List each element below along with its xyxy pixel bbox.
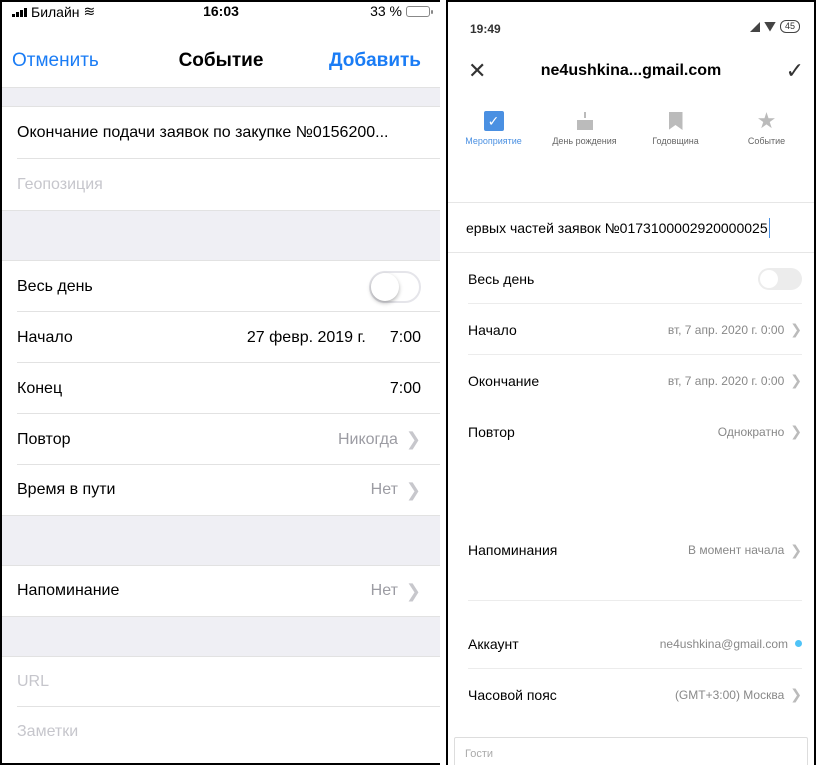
ios-status-bar: Билайн ≋ 16:03 33 % bbox=[2, 2, 440, 20]
all-day-row: Весь день bbox=[448, 253, 814, 304]
chevron-right-icon: ❯ bbox=[405, 580, 421, 601]
guests-input[interactable]: Гости bbox=[454, 737, 808, 765]
repeat-value: Однократно bbox=[717, 424, 785, 439]
battery-icon bbox=[406, 5, 433, 17]
start-label: Начало bbox=[17, 328, 73, 346]
timezone-label: Часовой пояс bbox=[468, 686, 557, 703]
chevron-right-icon: ❯ bbox=[405, 479, 421, 500]
repeat-row[interactable]: Повтор Однократно ❯ bbox=[448, 406, 814, 457]
all-day-row: Весь день bbox=[2, 261, 440, 312]
url-field[interactable]: URL bbox=[2, 657, 440, 707]
account-label: Аккаунт bbox=[468, 635, 519, 652]
bookmark-icon bbox=[668, 112, 683, 130]
reminders-label: Напоминания bbox=[468, 542, 558, 558]
account-value: ne4ushkina@gmail.com bbox=[659, 636, 788, 651]
notes-field[interactable]: Заметки bbox=[2, 707, 440, 757]
title-value: ервых частей заявок №0173100002920000025 bbox=[466, 219, 768, 236]
title-value: Окончание подачи заявок по закупке №0156… bbox=[17, 124, 389, 141]
type-anniversary[interactable]: Годовщина bbox=[630, 106, 721, 162]
type-occasion[interactable]: ★ Событие bbox=[721, 106, 812, 162]
start-row[interactable]: Начало 27 февр. 2019 г. 7:00 bbox=[2, 312, 440, 363]
timezone-row[interactable]: Часовой пояс (GMT+3:00) Москва ❯ bbox=[448, 669, 814, 720]
location-field[interactable]: Геопозиция bbox=[2, 159, 440, 211]
travel-time-value: Нет bbox=[370, 481, 398, 498]
alert-value: Нет bbox=[370, 582, 398, 599]
battery-icon: 45 bbox=[779, 20, 800, 33]
chevron-right-icon: ❯ bbox=[790, 321, 802, 337]
alert-row[interactable]: Напоминание Нет ❯ bbox=[2, 566, 440, 617]
android-event-screen: 19:49 45 ✕ ne4ushkina...gmail.com ✓ ✓ Ме… bbox=[446, 0, 816, 765]
end-value: вт, 7 апр. 2020 г. 0:00 bbox=[667, 373, 785, 388]
end-row[interactable]: Окончание вт, 7 апр. 2020 г. 0:00 ❯ bbox=[448, 355, 814, 406]
end-label: Конец bbox=[17, 379, 63, 397]
wifi-icon bbox=[763, 21, 776, 32]
title-field[interactable]: Окончание подачи заявок по закупке №0156… bbox=[2, 107, 440, 159]
type-label: День рождения bbox=[552, 136, 617, 146]
status-time: 19:49 bbox=[470, 22, 501, 36]
start-date: 27 февр. 2019 г. bbox=[246, 328, 366, 346]
title-input[interactable]: ервых частей заявок №0173100002920000025 bbox=[448, 202, 814, 252]
end-row[interactable]: Конец 7:00 bbox=[2, 363, 440, 414]
all-day-toggle[interactable] bbox=[369, 270, 421, 303]
section-gap bbox=[2, 88, 440, 107]
repeat-label: Повтор bbox=[468, 423, 515, 440]
cake-icon bbox=[575, 112, 595, 130]
start-row[interactable]: Начало вт, 7 апр. 2020 г. 0:00 ❯ bbox=[448, 304, 814, 355]
repeat-value: Никогда bbox=[337, 430, 398, 448]
repeat-label: Повтор bbox=[17, 430, 71, 448]
url-placeholder: URL bbox=[17, 673, 50, 690]
notes-placeholder: Заметки bbox=[17, 723, 79, 740]
add-button[interactable]: Добавить bbox=[329, 50, 421, 72]
text-caret bbox=[768, 217, 770, 238]
section-gap bbox=[2, 516, 440, 566]
type-label: Мероприятие bbox=[465, 136, 522, 146]
android-nav-bar: ✕ ne4ushkina...gmail.com ✓ bbox=[448, 42, 814, 98]
check-icon[interactable]: ✓ bbox=[786, 58, 804, 84]
account-color-dot bbox=[795, 640, 802, 647]
event-type-selector: ✓ Мероприятие День рождения Годовщина ★ … bbox=[448, 98, 814, 162]
timezone-value: (GMT+3:00) Москва bbox=[674, 687, 785, 702]
start-value: вт, 7 апр. 2020 г. 0:00 bbox=[667, 322, 785, 337]
travel-time-row[interactable]: Время в пути Нет ❯ bbox=[2, 465, 440, 516]
reminders-row[interactable]: Напоминания В момент начала ❯ bbox=[448, 499, 814, 601]
ios-event-screen: Билайн ≋ 16:03 33 % Отменить Событие Доб… bbox=[0, 0, 440, 765]
type-label: Годовщина bbox=[652, 136, 699, 146]
reminders-value: В момент начала bbox=[687, 543, 785, 557]
section-gap bbox=[2, 211, 440, 261]
type-event[interactable]: ✓ Мероприятие bbox=[448, 106, 539, 162]
battery-percent: 33 % bbox=[370, 3, 402, 19]
alert-label: Напоминание bbox=[17, 582, 120, 599]
ios-nav-bar: Отменить Событие Добавить bbox=[2, 20, 440, 88]
section-gap bbox=[2, 617, 440, 657]
start-label: Начало bbox=[468, 321, 517, 338]
account-title: ne4ushkina...gmail.com bbox=[540, 62, 722, 79]
all-day-toggle[interactable] bbox=[758, 267, 802, 290]
chevron-right-icon: ❯ bbox=[790, 372, 802, 388]
android-status-bar: 19:49 45 bbox=[448, 2, 814, 42]
chevron-right-icon: ❯ bbox=[405, 429, 421, 449]
guests-placeholder: Гости bbox=[465, 748, 494, 760]
chevron-right-icon: ❯ bbox=[790, 423, 802, 439]
start-time: 7:00 bbox=[389, 328, 421, 346]
type-birthday[interactable]: День рождения bbox=[539, 106, 630, 162]
signal-icon bbox=[749, 21, 760, 32]
end-label: Окончание bbox=[468, 372, 540, 389]
type-label: Событие bbox=[747, 136, 786, 146]
location-placeholder: Геопозиция bbox=[17, 175, 103, 193]
chevron-right-icon: ❯ bbox=[790, 541, 802, 558]
account-row[interactable]: Аккаунт ne4ushkina@gmail.com bbox=[448, 618, 814, 669]
star-icon: ★ bbox=[756, 108, 777, 133]
checkbox-icon: ✓ bbox=[483, 111, 504, 131]
end-time: 7:00 bbox=[389, 379, 421, 397]
travel-time-label: Время в пути bbox=[17, 481, 116, 498]
chevron-right-icon: ❯ bbox=[790, 686, 802, 702]
all-day-label: Весь день bbox=[468, 270, 535, 287]
repeat-row[interactable]: Повтор Никогда ❯ bbox=[2, 414, 440, 465]
all-day-label: Весь день bbox=[17, 277, 93, 295]
